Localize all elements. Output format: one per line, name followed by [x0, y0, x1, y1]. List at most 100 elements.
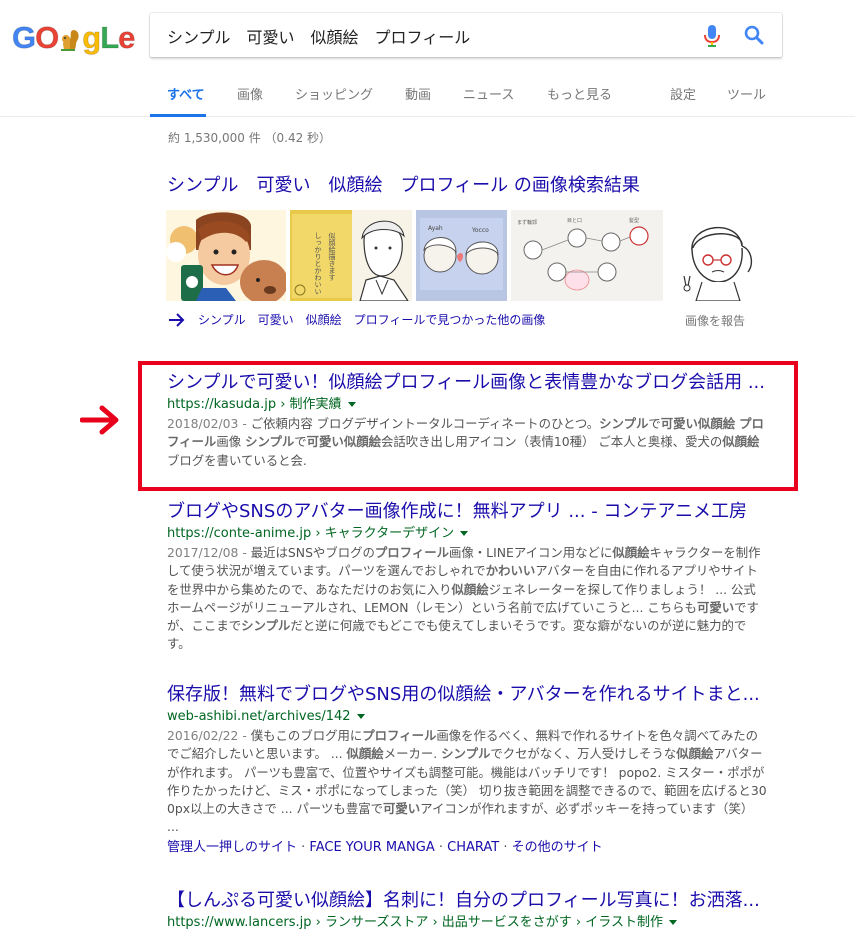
tab-shopping[interactable]: ショッピング [295, 84, 373, 103]
sitelink[interactable]: CHARAT [447, 840, 499, 855]
tab-tools[interactable]: ツール [727, 84, 766, 103]
snippet-text: 会話吹き出し用アイコン（表情10種） ご本人と奥様、愛犬の [381, 434, 723, 450]
search-result: シンプルで可愛い！似顔絵プロフィール画像と表情豊かなブログ会話用 ... htt… [167, 372, 767, 470]
result-stats: 約 1,530,000 件 （0.42 秒） [168, 131, 332, 145]
active-tab-indicator [150, 114, 206, 117]
svg-text:目と口: 目と口 [567, 218, 582, 224]
result-title[interactable]: 保存版！無料でブログやSNS用の似顔絵・アバターを作れるサイトまと... [167, 684, 767, 706]
result-url-text: https://kasuda.jp › 制作実績 [167, 397, 342, 412]
svg-text:しっかりとかわいい: しっかりとかわいい [314, 232, 322, 295]
snippet-text: で [648, 416, 661, 431]
tab-images[interactable]: 画像 [237, 84, 263, 103]
sitelink[interactable]: その他のサイト [512, 840, 603, 855]
highlighted-term: 似顔絵 [612, 545, 650, 560]
separator: · [499, 839, 512, 855]
highlighted-term: 似顔絵 [346, 746, 384, 762]
image-thumb-2[interactable]: しっかりとかわいい 似顔絵描きます [290, 210, 412, 301]
result-title[interactable]: シンプルで可愛い！似顔絵プロフィール画像と表情豊かなブログ会話用 ... [167, 372, 767, 394]
squirrel-icon [59, 25, 81, 51]
highlighted-term: プロフィール [374, 545, 449, 560]
highlighted-term: 可愛い [383, 801, 421, 817]
image-thumb-4[interactable]: まず輪郭 目と口 髪型 [511, 210, 663, 301]
svg-text:Ayah: Ayah [428, 225, 443, 232]
image-thumb-1[interactable] [166, 210, 286, 301]
result-snippet: 2016/02/22 - 僕もこのブログ用にプロフィール画像を作るべく、無料で作… [167, 727, 767, 837]
highlighted-term: シンプル [245, 434, 295, 450]
logo-letter-l: L [100, 20, 120, 56]
more-images-label: シンプル 可愛い 似顔絵 プロフィールで見つかった他の画像 [198, 313, 546, 327]
highlighted-term: シンプル [241, 618, 291, 634]
highlighted-term: 似顔絵 [676, 746, 714, 762]
result-snippet: 2018/02/03 - ご依頼内容 ブログデザイントータルコーディネートのひと… [167, 415, 767, 470]
result-url-text: https://conte-anime.jp › キャラクターデザイン [167, 526, 455, 541]
logo-letter-g2: g [82, 20, 102, 56]
snippet-text: ブログを書いていると会. [167, 452, 307, 468]
highlighted-term: 可愛い似顔絵 [306, 434, 381, 450]
image-thumb-3[interactable]: Ayah Yocco [416, 210, 507, 301]
tab-more[interactable]: もっと見る [547, 84, 612, 103]
red-arrow-icon [79, 403, 124, 437]
logo-letter-g: G [11, 20, 36, 56]
separator: · [434, 839, 448, 855]
tab-news[interactable]: ニュース [463, 84, 514, 103]
arrow-right-icon [168, 312, 186, 328]
snippet-text: 画像・LINEアイコン用などに [449, 545, 613, 560]
header: G O g L e シンプル 可愛い 似顔絵 プロフィール すべて 画像 ショッ… [0, 0, 855, 117]
search-result: 保存版！無料でブログやSNS用の似顔絵・アバターを作れるサイトまと... web… [167, 684, 767, 857]
result-url[interactable]: https://www.lancers.jp › ランサーズストア › 出品サー… [167, 914, 767, 932]
svg-text:髪型: 髪型 [629, 217, 639, 224]
result-date: 2017/12/08 - [167, 545, 251, 560]
caret-down-icon[interactable] [669, 920, 677, 925]
snippet-text: でクセがなく、万人受けしそうな [490, 746, 677, 762]
svg-text:似顔絵描きます: 似顔絵描きます [328, 232, 336, 281]
search-tabs: すべて 画像 ショッピング 動画 ニュース もっと見る 設定 ツール [150, 72, 855, 117]
tab-videos[interactable]: 動画 [405, 84, 431, 103]
highlighted-term: 可愛い [696, 599, 735, 615]
caret-down-icon[interactable] [347, 402, 356, 407]
result-url-text: https://www.lancers.jp › ランサーズストア › 出品サー… [167, 915, 663, 930]
search-input[interactable]: シンプル 可愛い 似顔絵 プロフィール [167, 24, 470, 48]
search-result: 【しんぷる可愛い似顔絵】名刺に！自分のプロフィール写真に！お洒落... http… [167, 890, 767, 932]
caret-down-icon[interactable] [460, 531, 469, 536]
result-title[interactable]: ブログやSNSのアバター画像作成に！無料アプリ ... - コンテアニメ工房 [167, 501, 767, 523]
separator: · [297, 839, 310, 855]
result-url[interactable]: web-ashibi.net/archives/142 [167, 708, 767, 726]
highlighted-term: かわいい [485, 563, 536, 579]
logo-letter-o: O [35, 20, 60, 56]
svg-text:まず輪郭: まず輪郭 [517, 219, 537, 226]
google-doodle-logo[interactable]: G O g L e [11, 18, 136, 58]
image-thumb-5[interactable] [678, 210, 758, 301]
sitelink[interactable]: 管理人一押しのサイト [167, 840, 297, 855]
highlighted-term: プロフィール [362, 728, 437, 743]
highlighted-term: 可愛い似顔絵 [660, 416, 736, 431]
image-results-heading[interactable]: シンプル 可愛い 似顔絵 プロフィール の画像検索結果 [167, 171, 640, 197]
result-sitelinks: 管理人一押しのサイト · FACE YOUR MANGA · CHARAT · … [167, 839, 767, 857]
snippet-text: ご依頼内容 ブログデザイントータルコーディネートのひとつ。 [250, 416, 600, 431]
microphone-icon[interactable] [702, 24, 722, 48]
highlighted-term: シンプル [441, 746, 491, 762]
snippet-text: 画像 [216, 434, 246, 450]
result-url[interactable]: https://kasuda.jp › 制作実績 [167, 396, 767, 414]
snippet-text: 僕もこのブログ用に [250, 728, 363, 743]
result-date: 2016/02/22 - [167, 728, 251, 743]
result-url[interactable]: https://conte-anime.jp › キャラクターデザイン [167, 525, 767, 543]
highlighted-term: 似顔絵 [722, 434, 760, 450]
result-snippet: 2017/12/08 - 最近はSNSやブログのプロフィール画像・LINEアイコ… [167, 544, 767, 654]
result-title[interactable]: 【しんぷる可愛い似顔絵】名刺に！自分のプロフィール写真に！お洒落... [167, 890, 767, 912]
more-images-link[interactable]: シンプル 可愛い 似顔絵 プロフィールで見つかった他の画像 [168, 311, 545, 328]
search-box[interactable]: シンプル 可愛い 似顔絵 プロフィール [150, 13, 782, 57]
result-date: 2018/02/03 - [167, 416, 251, 431]
sitelink[interactable]: FACE YOUR MANGA [309, 840, 434, 855]
search-result: ブログやSNSのアバター画像作成に！無料アプリ ... - コンテアニメ工房 h… [167, 501, 767, 654]
caret-down-icon[interactable] [356, 714, 365, 719]
tab-settings[interactable]: 設定 [670, 84, 696, 103]
report-images-link[interactable]: 画像を報告 [685, 312, 745, 329]
highlighted-term: シンプル [599, 416, 649, 431]
logo-letter-e: e [118, 20, 136, 56]
tab-all[interactable]: すべて [167, 84, 205, 103]
highlighted-term: 似顔絵 [451, 581, 489, 597]
result-url-text: web-ashibi.net/archives/142 [167, 709, 351, 724]
snippet-text: 最近はSNSやブログの [250, 545, 375, 560]
search-icon[interactable] [742, 23, 766, 47]
snippet-text: メーカー. [383, 746, 442, 762]
